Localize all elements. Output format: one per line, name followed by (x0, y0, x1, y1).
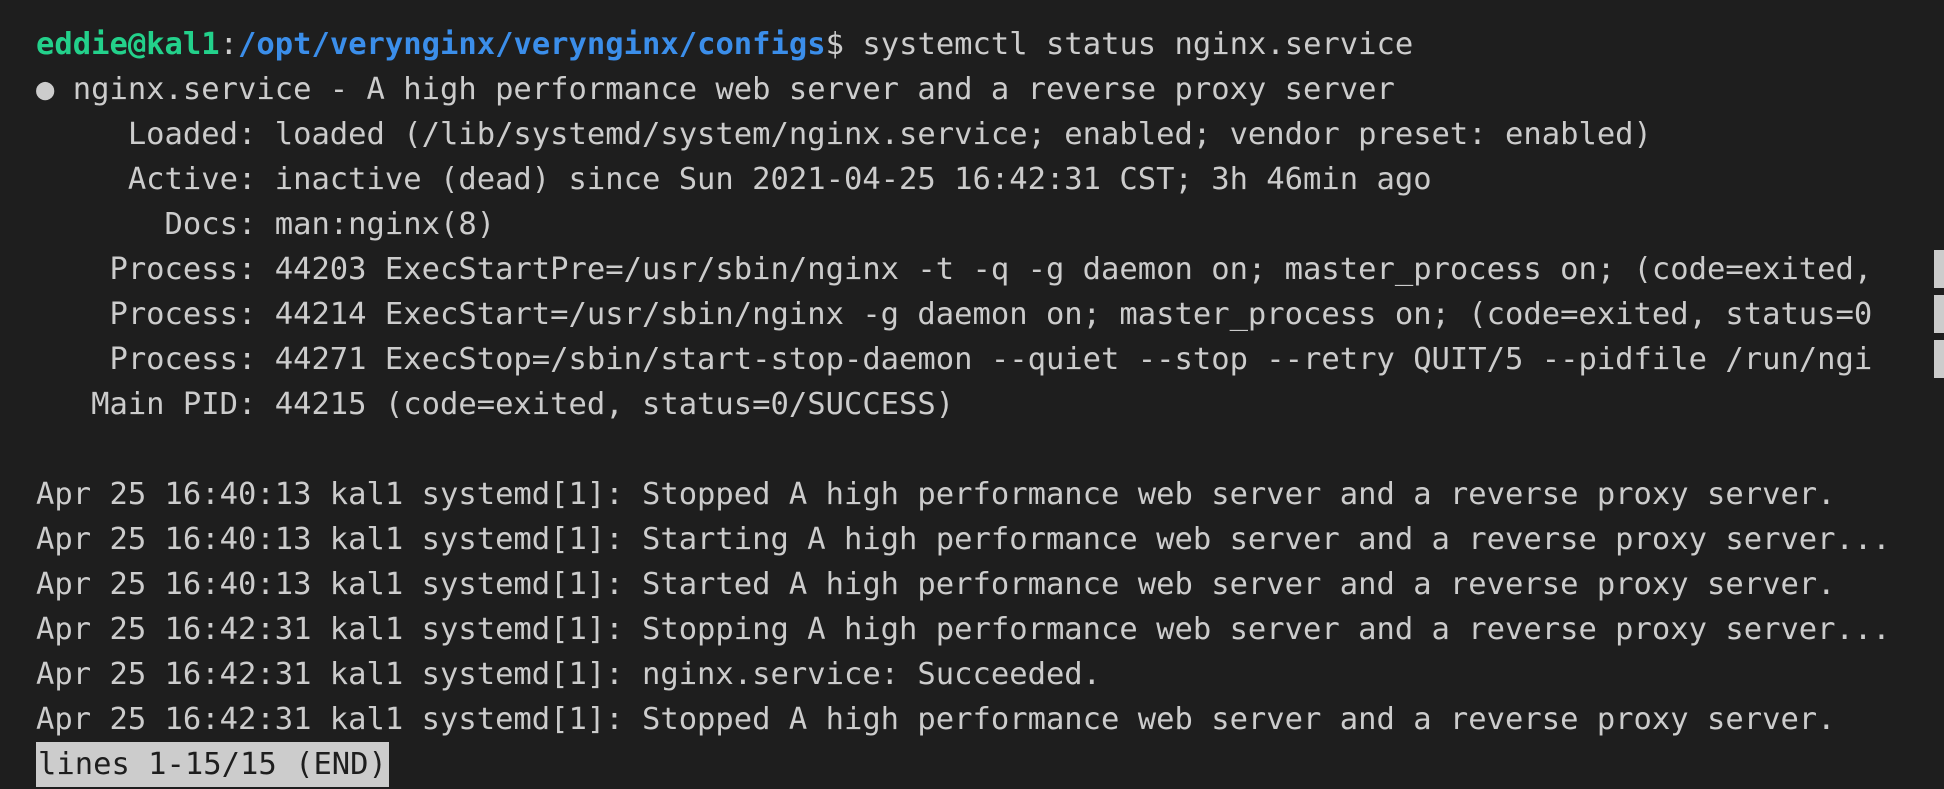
docs-line: Docs: man:nginx(8) (36, 207, 496, 242)
active-line: Active: inactive (dead) since Sun 2021-0… (36, 162, 1432, 197)
process-line-1: Process: 44203 ExecStartPre=/usr/sbin/ng… (36, 247, 1944, 292)
log-line: Apr 25 16:42:31 kal1 systemd[1]: Stoppin… (36, 612, 1891, 647)
prompt-path: /opt/verynginx/verynginx/configs (238, 27, 826, 62)
pager-status-line: lines 1-15/15 (END) (36, 742, 1944, 787)
prompt-line: eddie@kal1:/opt/verynginx/verynginx/conf… (36, 22, 1944, 67)
line-truncation-marker (1934, 250, 1944, 288)
prompt-command: systemctl status nginx.service (844, 27, 1414, 62)
prompt-user-host: eddie@kal1 (36, 27, 220, 62)
line-truncation-marker (1934, 295, 1944, 333)
process-line-2: Process: 44214 ExecStart=/usr/sbin/nginx… (36, 292, 1944, 337)
log-line: Apr 25 16:42:31 kal1 systemd[1]: nginx.s… (36, 657, 1102, 692)
log-line: Apr 25 16:42:31 kal1 systemd[1]: Stopped… (36, 702, 1836, 737)
process-2-text: Process: 44214 ExecStart=/usr/sbin/nginx… (36, 297, 1873, 332)
main-pid-line: Main PID: 44215 (code=exited, status=0/S… (36, 387, 955, 422)
log-line: Apr 25 16:40:13 kal1 systemd[1]: Stopped… (36, 477, 1836, 512)
process-line-3: Process: 44271 ExecStop=/sbin/start-stop… (36, 337, 1944, 382)
service-header-line: ● nginx.service - A high performance web… (36, 72, 1395, 107)
prompt-separator: : (219, 27, 239, 62)
pager-status: lines 1-15/15 (END) (36, 742, 389, 787)
log-line: Apr 25 16:40:13 kal1 systemd[1]: Started… (36, 567, 1836, 602)
loaded-line: Loaded: loaded (/lib/systemd/system/ngin… (36, 117, 1652, 152)
log-line: Apr 25 16:40:13 kal1 systemd[1]: Startin… (36, 522, 1891, 557)
terminal-window[interactable]: eddie@kal1:/opt/verynginx/verynginx/conf… (0, 0, 1944, 789)
line-truncation-marker (1934, 340, 1944, 378)
process-3-text: Process: 44271 ExecStop=/sbin/start-stop… (36, 342, 1873, 377)
prompt-symbol: $ (825, 27, 844, 62)
process-1-text: Process: 44203 ExecStartPre=/usr/sbin/ng… (36, 252, 1873, 287)
